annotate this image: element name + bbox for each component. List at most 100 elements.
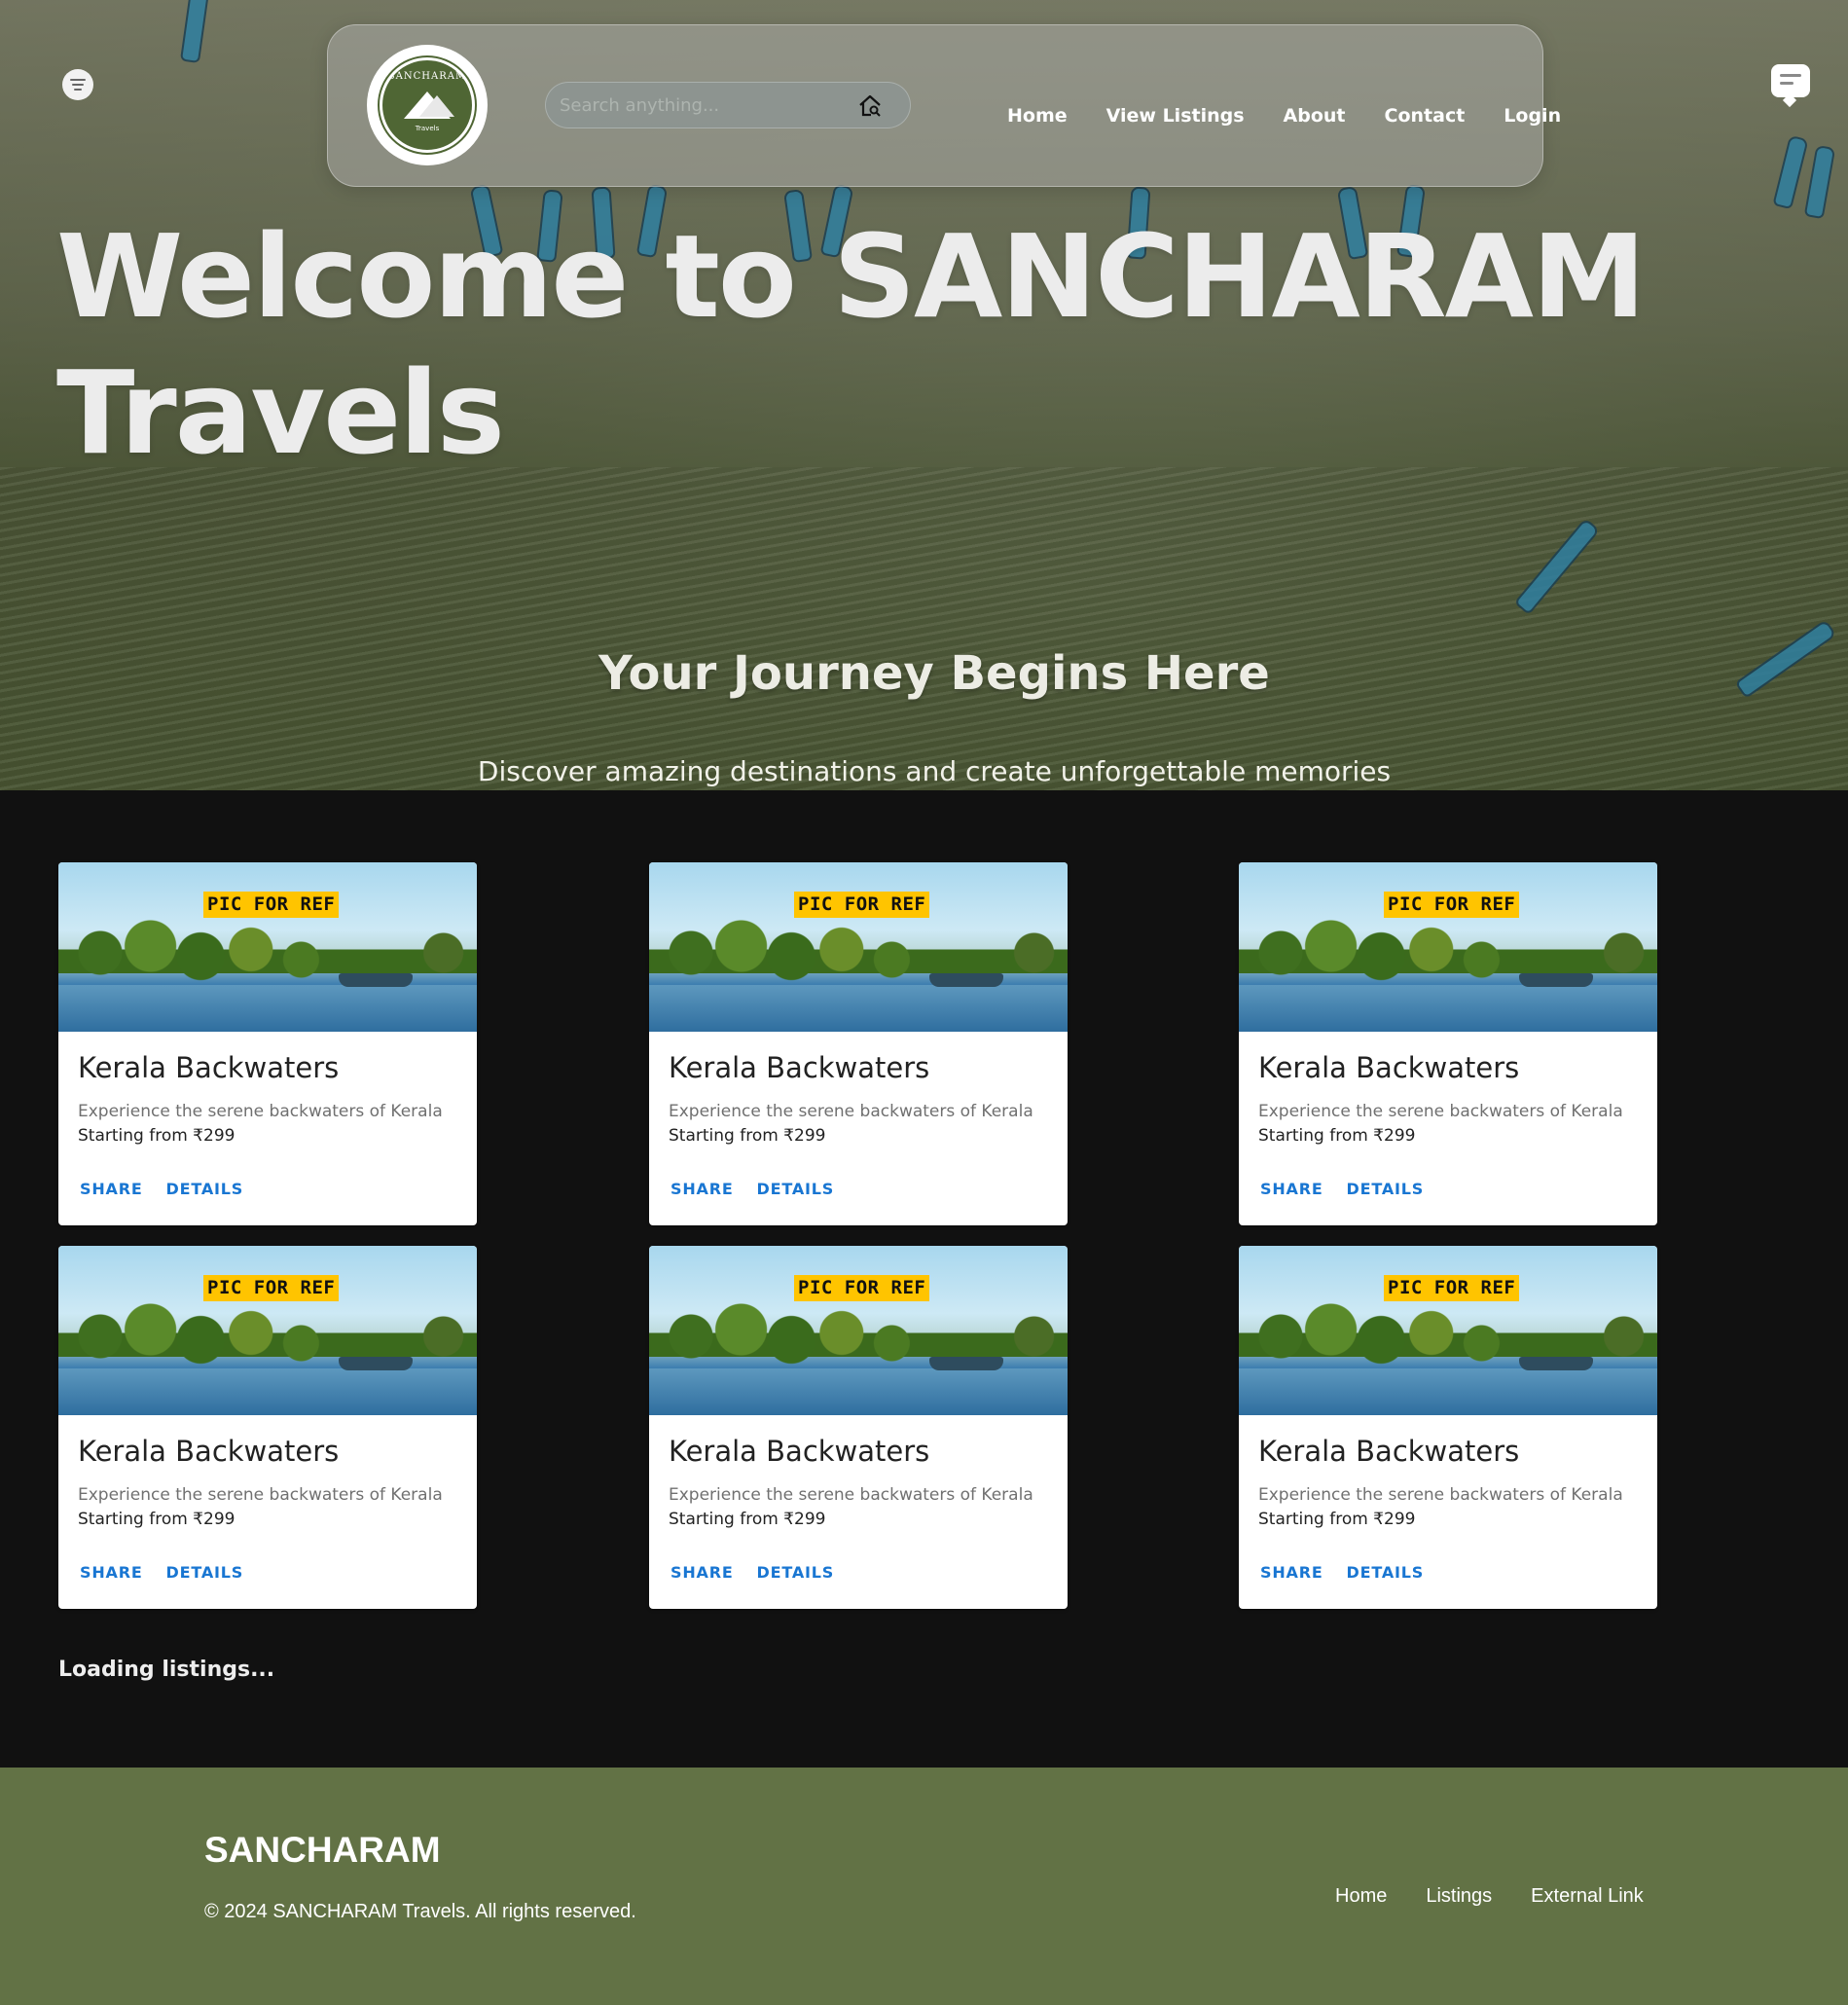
details-button[interactable]: DETAILS (747, 1557, 845, 1587)
footer-links: Home Listings External Link (1335, 1885, 1644, 1908)
listing-image-trees (58, 1302, 477, 1370)
listing-image-water (58, 985, 477, 1032)
listing-image-water (1239, 1368, 1657, 1415)
share-button[interactable]: SHARE (70, 1174, 153, 1204)
share-button[interactable]: SHARE (1250, 1174, 1333, 1204)
navbar: SANCHARAM Travels Home View Listings Abo… (327, 24, 1561, 187)
chat-icon[interactable] (1771, 64, 1810, 97)
listing-title: Kerala Backwaters (669, 1435, 930, 1468)
listing-price: Starting from ₹299 (78, 1510, 236, 1529)
listing-image: PIC FOR REF (1239, 862, 1657, 1032)
listing-image: PIC FOR REF (649, 862, 1068, 1032)
menu-icon[interactable] (62, 69, 93, 100)
listing-price: Starting from ₹299 (669, 1126, 826, 1146)
listing-badge: PIC FOR REF (203, 1275, 340, 1301)
boat-decoration (1772, 134, 1809, 210)
nav-link-view-listings[interactable]: View Listings (1106, 105, 1245, 127)
listing-image-water (1239, 985, 1657, 1032)
listing-card: PIC FOR REF Kerala Backwaters Experience… (649, 1246, 1068, 1609)
listing-actions: SHARE DETAILS (70, 1174, 253, 1204)
share-button[interactable]: SHARE (661, 1174, 743, 1204)
logo-emblem: SANCHARAM Travels (380, 57, 475, 153)
loading-status: Loading listings... (58, 1658, 275, 1682)
footer-brand: SANCHARAM (204, 1830, 441, 1870)
menu-icon-line (72, 84, 84, 86)
details-button[interactable]: DETAILS (157, 1174, 254, 1204)
footer-copyright: © 2024 SANCHARAM Travels. All rights res… (204, 1901, 636, 1922)
boat-decoration (179, 0, 210, 64)
listing-price: Starting from ₹299 (78, 1126, 236, 1146)
details-button[interactable]: DETAILS (157, 1557, 254, 1587)
logo[interactable]: SANCHARAM Travels (367, 45, 488, 165)
boat-decoration (1803, 144, 1836, 220)
chat-icon-line (1780, 74, 1801, 77)
listing-actions: SHARE DETAILS (1250, 1174, 1433, 1204)
listing-image-houseboat (929, 973, 1003, 987)
listing-description: Experience the serene backwaters of Kera… (78, 1485, 443, 1505)
details-button[interactable]: DETAILS (1337, 1174, 1434, 1204)
listing-image-houseboat (929, 1357, 1003, 1370)
logo-text-top: SANCHARAM (387, 71, 467, 82)
footer-link-listings[interactable]: Listings (1426, 1885, 1492, 1908)
chat-icon-line (1780, 82, 1794, 85)
listing-image-water (58, 1368, 477, 1415)
nav-links: Home View Listings About Contact Login (1007, 105, 1561, 127)
search-bar (545, 82, 911, 128)
listing-title: Kerala Backwaters (1258, 1435, 1520, 1468)
share-button[interactable]: SHARE (661, 1557, 743, 1587)
nav-link-login[interactable]: Login (1504, 105, 1561, 127)
nav-link-home[interactable]: Home (1007, 105, 1068, 127)
listing-image-houseboat (339, 973, 413, 987)
listing-price: Starting from ₹299 (1258, 1126, 1416, 1146)
listing-description: Experience the serene backwaters of Kera… (78, 1102, 443, 1121)
footer-link-external[interactable]: External Link (1531, 1885, 1644, 1908)
footer: SANCHARAM © 2024 SANCHARAM Travels. All … (0, 1768, 1848, 2005)
listing-card: PIC FOR REF Kerala Backwaters Experience… (58, 1246, 477, 1609)
listing-image-trees (649, 919, 1068, 987)
listing-actions: SHARE DETAILS (70, 1557, 253, 1587)
listing-badge: PIC FOR REF (1384, 892, 1520, 918)
listing-image: PIC FOR REF (58, 862, 477, 1032)
listing-description: Experience the serene backwaters of Kera… (669, 1485, 1033, 1505)
listing-title: Kerala Backwaters (669, 1051, 930, 1084)
listing-title: Kerala Backwaters (78, 1435, 340, 1468)
mountain-icon (419, 95, 454, 117)
search-input[interactable] (558, 91, 853, 120)
share-button[interactable]: SHARE (70, 1557, 153, 1587)
listing-image: PIC FOR REF (58, 1246, 477, 1415)
listing-badge: PIC FOR REF (203, 892, 340, 918)
listing-image-trees (58, 919, 477, 987)
nav-link-about[interactable]: About (1284, 105, 1346, 127)
listing-image-trees (1239, 1302, 1657, 1370)
listing-price: Starting from ₹299 (669, 1510, 826, 1529)
listing-image-houseboat (339, 1357, 413, 1370)
listing-price: Starting from ₹299 (1258, 1510, 1416, 1529)
listing-actions: SHARE DETAILS (1250, 1557, 1433, 1587)
listing-description: Experience the serene backwaters of Kera… (669, 1102, 1033, 1121)
listing-card: PIC FOR REF Kerala Backwaters Experience… (1239, 862, 1657, 1225)
listing-title: Kerala Backwaters (78, 1051, 340, 1084)
listing-card: PIC FOR REF Kerala Backwaters Experience… (58, 862, 477, 1225)
listing-badge: PIC FOR REF (794, 892, 930, 918)
listing-image-houseboat (1519, 1357, 1593, 1370)
share-button[interactable]: SHARE (1250, 1557, 1333, 1587)
logo-text-bottom: Travels (415, 125, 440, 132)
listing-image-water (649, 1368, 1068, 1415)
footer-link-home[interactable]: Home (1335, 1885, 1387, 1908)
listing-image-water (649, 985, 1068, 1032)
listing-title: Kerala Backwaters (1258, 1051, 1520, 1084)
hero-title: Welcome to SANCHARAM Travels (56, 208, 1789, 481)
nav-link-contact[interactable]: Contact (1385, 105, 1466, 127)
listing-card: PIC FOR REF Kerala Backwaters Experience… (1239, 1246, 1657, 1609)
hero-subtitle: Your Journey Begins Here (598, 646, 1270, 701)
listing-image: PIC FOR REF (1239, 1246, 1657, 1415)
hero-section: SANCHARAM Travels Home View Listings Abo… (0, 0, 1848, 790)
listing-card: PIC FOR REF Kerala Backwaters Experience… (649, 862, 1068, 1225)
listing-image-trees (1239, 919, 1657, 987)
menu-icon-line (74, 89, 82, 91)
listing-actions: SHARE DETAILS (661, 1557, 844, 1587)
hero-title-line1: Welcome to SANCHARAM (56, 209, 1646, 344)
details-button[interactable]: DETAILS (1337, 1557, 1434, 1587)
home-search-icon[interactable] (857, 92, 883, 118)
details-button[interactable]: DETAILS (747, 1174, 845, 1204)
